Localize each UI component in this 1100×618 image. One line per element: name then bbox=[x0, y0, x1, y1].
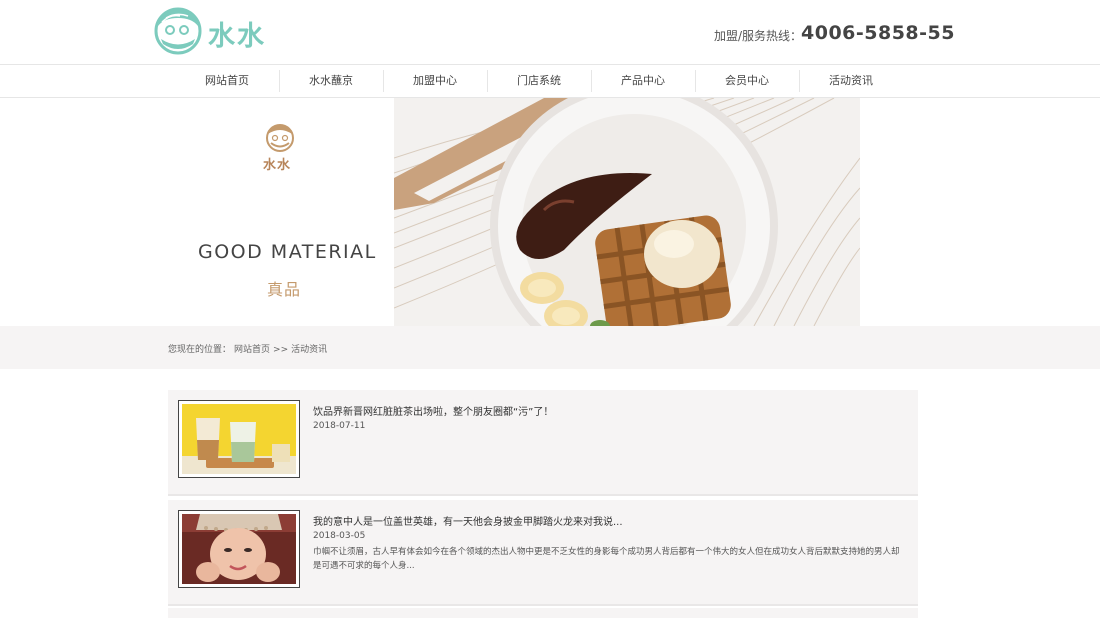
banner-text-panel: 水水 GOOD MATERIAL 真品 bbox=[0, 98, 394, 326]
waffle-dessert-image bbox=[394, 98, 860, 326]
hotline-label: 加盟/服务热线： bbox=[714, 29, 803, 43]
breadcrumb: 您现在的位置： 网站首页 >> 活动资讯 bbox=[168, 342, 330, 355]
breadcrumb-bar: 您现在的位置： 网站首页 >> 活动资讯 bbox=[0, 326, 1100, 369]
banner-heading: GOOD MATERIAL bbox=[198, 241, 377, 263]
main-nav: 网站首页 水水蘸京 加盟中心 门店系统 产品中心 会员中心 活动资讯 bbox=[0, 64, 1100, 98]
article-title[interactable]: 我的意中人是一位盖世英雄，有一天他会身披金甲脚踏火龙来对我说... bbox=[313, 513, 623, 528]
banner-subheading: 真品 bbox=[267, 280, 302, 299]
breadcrumb-home-link[interactable]: 网站首页 bbox=[234, 345, 270, 355]
nav-item-products[interactable]: 产品中心 bbox=[591, 65, 695, 97]
nav-item-news[interactable]: 活动资讯 bbox=[799, 65, 903, 97]
breadcrumb-prefix: 您现在的位置： bbox=[168, 345, 232, 355]
article-thumbnail[interactable] bbox=[178, 400, 300, 478]
article-item[interactable]: 饮品界新晋网红脏脏茶出场啦，整个朋友圈都“污”了！ 2018-07-11 bbox=[168, 390, 918, 496]
hotline-number: 4006-5858-55 bbox=[801, 22, 955, 44]
logo-mascot-icon bbox=[154, 7, 202, 55]
nav-item-stores[interactable]: 门店系统 bbox=[487, 65, 591, 97]
dessert-plate-illustration bbox=[394, 98, 860, 326]
girl-portrait-photo bbox=[182, 514, 296, 584]
article-item[interactable]: 我的意中人是一位盖世英雄，有一天他会身披金甲脚踏火龙来对我说... 2018-0… bbox=[168, 500, 918, 606]
article-title[interactable]: 饮品界新晋网红脏脏茶出场啦，整个朋友圈都“污”了！ bbox=[313, 403, 553, 418]
article-summary: 巾帼不让须眉，古人早有体会如今在各个领域的杰出人物中更是不乏女性的身影每个成功男… bbox=[313, 547, 900, 571]
article-date: 2018-07-11 bbox=[313, 421, 366, 431]
page: 水水 加盟/服务热线： 4006-5858-55 网站首页 水水蘸京 加盟中心 … bbox=[0, 0, 1100, 618]
nav-item-home[interactable]: 网站首页 bbox=[175, 65, 279, 97]
nav-item-franchise[interactable]: 加盟中心 bbox=[383, 65, 487, 97]
banner-emblem-text: 水水 bbox=[263, 158, 292, 173]
breadcrumb-separator: >> bbox=[273, 345, 289, 355]
breadcrumb-current[interactable]: 活动资讯 bbox=[291, 345, 327, 355]
nav-item-members[interactable]: 会员中心 bbox=[695, 65, 799, 97]
article-thumbnail[interactable] bbox=[178, 510, 300, 588]
brand-name[interactable]: 水水 bbox=[208, 14, 266, 53]
article-date: 2018-03-05 bbox=[313, 531, 366, 541]
hero-banner[interactable]: 水水 GOOD MATERIAL 真品 bbox=[0, 98, 1100, 326]
site-header: 水水 加盟/服务热线： 4006-5858-55 bbox=[0, 0, 1100, 64]
milk-tea-cups-photo bbox=[182, 404, 296, 474]
nav-item-brand[interactable]: 水水蘸京 bbox=[279, 65, 383, 97]
article-item[interactable] bbox=[168, 608, 918, 618]
